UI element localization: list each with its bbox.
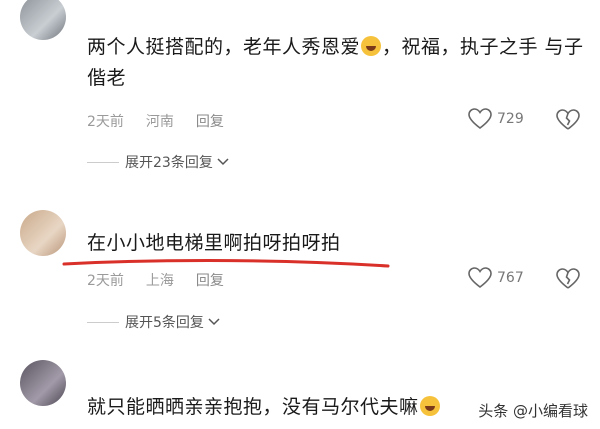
avatar[interactable]: [20, 360, 66, 406]
dislike-button[interactable]: [556, 268, 580, 294]
avatar[interactable]: [20, 0, 66, 40]
dislike-button[interactable]: [556, 109, 580, 135]
laughing-emoji-icon: [361, 36, 382, 56]
broken-heart-icon: [556, 268, 580, 289]
like-button[interactable]: 767: [468, 267, 524, 289]
laughing-crying-emoji-icon: [419, 396, 440, 416]
expand-replies-label: 展开5条回复: [125, 315, 204, 331]
timestamp: 2天前: [87, 114, 124, 130]
location: 上海: [145, 273, 174, 289]
broken-heart-icon: [556, 109, 580, 130]
divider: [87, 161, 119, 163]
reply-button[interactable]: 回复: [196, 273, 224, 289]
avatar[interactable]: [20, 210, 66, 256]
chevron-down-icon: [217, 158, 229, 166]
comment-meta: 2天前 河南 回复: [87, 111, 246, 131]
comment-text: 在小小地电梯里啊拍呀拍呀拍: [87, 232, 341, 254]
watermark: 头条 @小编看球: [478, 400, 588, 421]
heart-icon: [468, 108, 492, 130]
comment-text: 两个人挺搭配的，老年人秀恩爱 ，祝福，执子之手 与子 偕老: [87, 36, 584, 89]
expand-replies-button[interactable]: 展开23条回复: [87, 152, 229, 172]
reply-button[interactable]: 回复: [196, 114, 224, 130]
comment-meta: 2天前 上海 回复: [87, 270, 246, 290]
heart-icon: [468, 267, 492, 289]
expand-replies-label: 展开23条回复: [125, 155, 213, 171]
expand-replies-button[interactable]: 展开5条回复: [87, 312, 220, 332]
like-count: 767: [497, 270, 524, 286]
comment-text: 就只能晒晒亲亲抱抱，没有马尔代夫嘛: [87, 392, 441, 423]
location: 河南: [145, 114, 174, 130]
like-button[interactable]: 729: [468, 108, 524, 130]
timestamp: 2天前: [87, 273, 124, 289]
divider: [87, 321, 119, 323]
like-count: 729: [497, 111, 524, 127]
chevron-down-icon: [208, 318, 220, 326]
